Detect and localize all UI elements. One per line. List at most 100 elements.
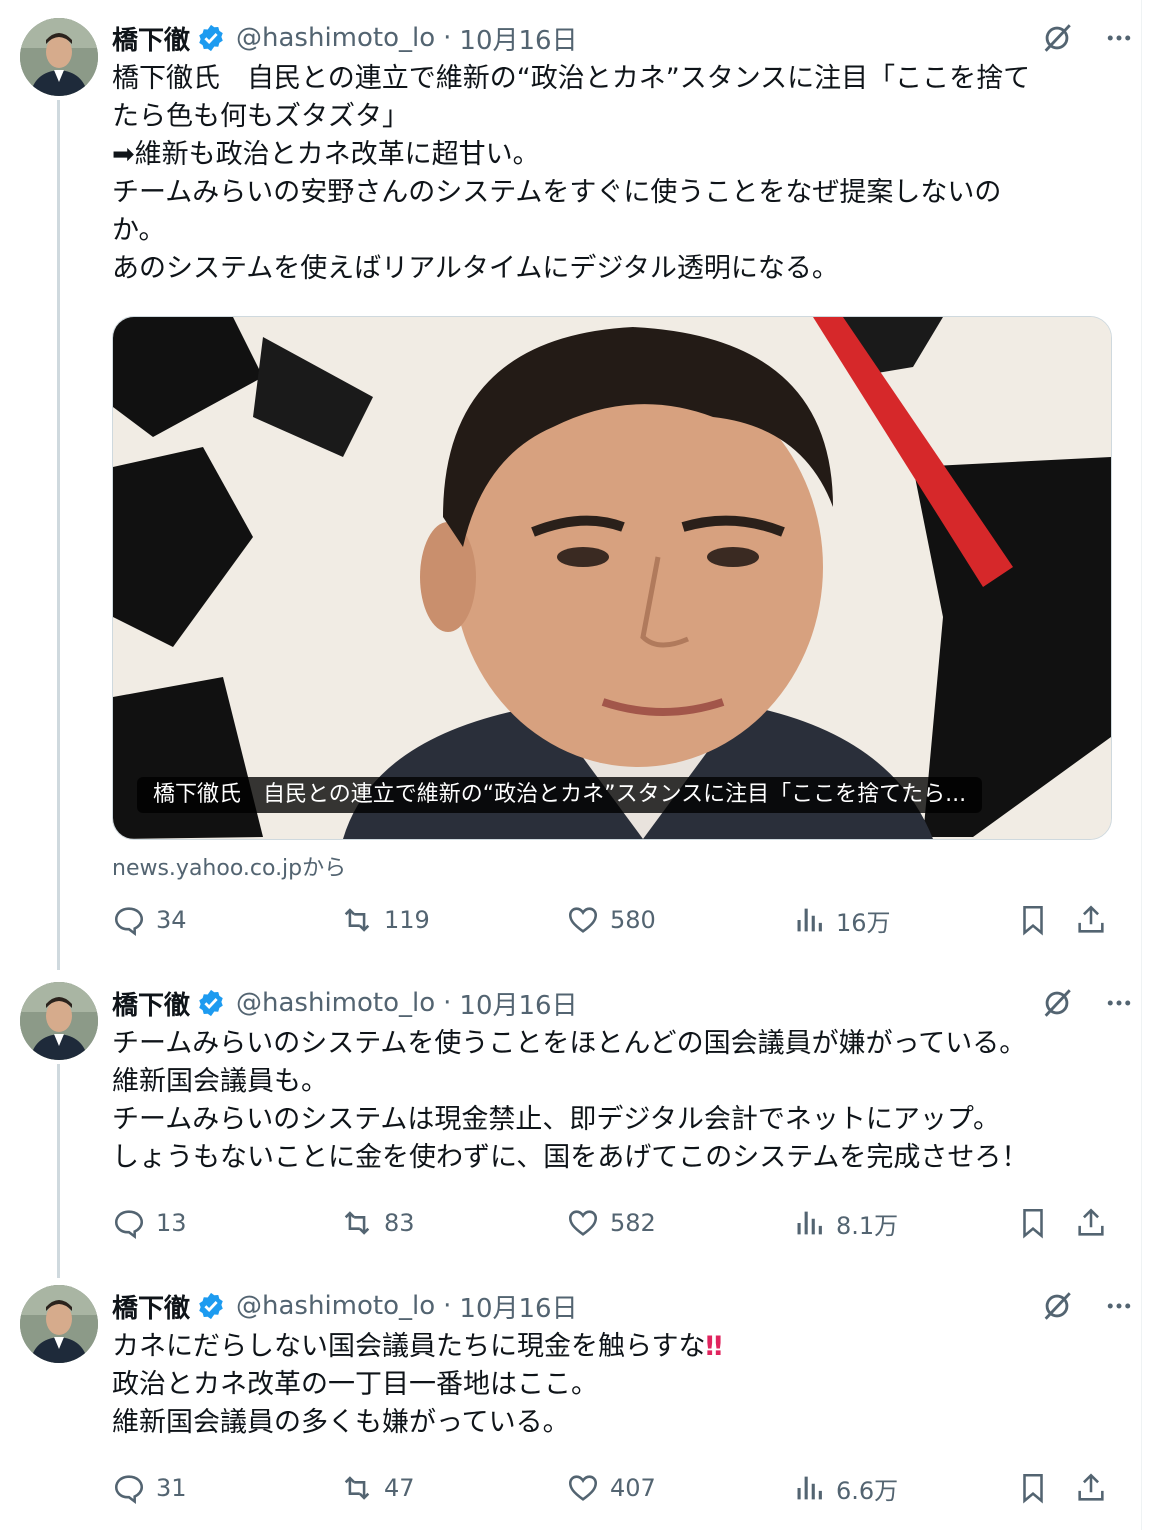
like-icon — [568, 907, 598, 933]
tweet-header: 橋下徹 @hashimoto_lo · 10月16日 — [112, 20, 1134, 56]
views-button[interactable]: 8.1万 — [792, 1203, 898, 1243]
verified-badge-icon — [199, 989, 223, 1017]
repost-icon — [344, 1476, 370, 1500]
reply-count: 31 — [156, 1474, 187, 1502]
right-edge — [1141, 0, 1164, 1530]
like-count: 582 — [610, 1209, 656, 1237]
repost-count: 119 — [384, 906, 430, 934]
tweet-line: たら色も何もズタズタ」 — [112, 101, 409, 132]
grok-slash-icon[interactable] — [1040, 21, 1074, 55]
tweet-line: しょうもないことに金を使わずに、国をあげてこのシステムを完成させろ！ — [112, 1142, 1029, 1173]
author-handle[interactable]: @hashimoto_lo — [236, 23, 435, 53]
bookmark-button[interactable] — [1016, 900, 1050, 940]
tweet-text: チームみらいのシステムを使うことをほとんどの国会議員が嫌がっている。 維新国会議… — [112, 1025, 1134, 1177]
share-icon — [1078, 1473, 1104, 1501]
repost-icon — [344, 908, 370, 932]
tweet-line: 維新国会議員も。 — [112, 1066, 328, 1097]
tweet-date[interactable]: 10月16日 — [459, 1288, 577, 1325]
share-icon — [1078, 1208, 1104, 1236]
views-button[interactable]: 6.6万 — [792, 1468, 898, 1508]
tweet-line: か。 — [112, 215, 166, 246]
separator-dot: · — [443, 23, 452, 53]
tweet-line: 政治とカネ改革の一丁目一番地はここ。 — [112, 1369, 598, 1400]
like-button[interactable]: 580 — [566, 900, 656, 940]
tweet-line: 維新国会議員の多くも嫌がっている。 — [112, 1407, 570, 1438]
author-name[interactable]: 橋下徹 — [112, 985, 190, 1022]
action-bar: 34 119 580 16万 — [112, 900, 1110, 940]
tweet-date[interactable]: 10月16日 — [459, 20, 577, 57]
repost-button[interactable]: 47 — [340, 1468, 415, 1508]
reply-button[interactable]: 31 — [112, 1468, 187, 1508]
tweet-text: 橋下徹氏 自民との連立で維新の“政治とカネ”スタンスに注目「ここを捨て たら色も… — [112, 60, 1134, 288]
more-icon[interactable] — [1104, 988, 1134, 1018]
double-exclamation-icon: ‼ — [705, 1331, 723, 1362]
author-handle[interactable]: @hashimoto_lo — [236, 1291, 435, 1321]
view-count: 6.6万 — [836, 1476, 899, 1505]
share-button[interactable] — [1074, 900, 1108, 940]
repost-button[interactable]: 119 — [340, 900, 430, 940]
view-count: 16万 — [836, 908, 891, 937]
avatar[interactable] — [20, 1285, 98, 1363]
tweet-line: チームみらいの安野さんのシステムをすぐに使うことをなぜ提案しないの — [112, 177, 1002, 208]
bookmark-button[interactable] — [1016, 1468, 1050, 1508]
reply-icon — [114, 1210, 144, 1240]
bookmark-icon — [1023, 1208, 1043, 1239]
views-icon — [797, 1476, 822, 1500]
reply-icon — [114, 907, 144, 937]
grok-slash-icon[interactable] — [1040, 1289, 1074, 1323]
avatar[interactable] — [20, 18, 98, 96]
views-icon — [797, 1211, 822, 1235]
action-bar: 31 47 407 6.6万 — [112, 1468, 1110, 1508]
tweet-2[interactable]: 橋下徹 @hashimoto_lo · 10月16日 チームみらいのシステムを使… — [112, 985, 1134, 1177]
like-icon — [568, 1210, 598, 1236]
tweet-3[interactable]: 橋下徹 @hashimoto_lo · 10月16日 カネにだらしない国会議員た… — [112, 1288, 1134, 1442]
card-caption: 橋下徹氏 自民との連立で維新の“政治とカネ”スタンスに注目「ここを捨てたら... — [137, 777, 983, 813]
more-icon[interactable] — [1104, 23, 1134, 53]
tweet-line: チームみらいのシステムは現金禁止、即デジタル会計でネットにアップ。 — [112, 1104, 1001, 1135]
reply-count: 13 — [156, 1209, 187, 1237]
thread-line-2 — [57, 1064, 60, 1278]
bookmark-button[interactable] — [1016, 1203, 1050, 1243]
repost-count: 47 — [384, 1474, 415, 1502]
author-handle[interactable]: @hashimoto_lo — [236, 988, 435, 1018]
repost-button[interactable]: 83 — [340, 1203, 415, 1243]
tweet-1[interactable]: 橋下徹 @hashimoto_lo · 10月16日 橋下徹氏 自民との連立で維… — [112, 20, 1134, 288]
link-card[interactable]: 橋下徹氏 自民との連立で維新の“政治とカネ”スタンスに注目「ここを捨てたら... — [112, 316, 1112, 840]
share-button[interactable] — [1074, 1468, 1108, 1508]
grok-slash-icon[interactable] — [1040, 986, 1074, 1020]
tweet-line: 橋下徹氏 自民との連立で維新の“政治とカネ”スタンスに注目「ここを捨て — [112, 63, 1031, 94]
author-name[interactable]: 橋下徹 — [112, 20, 190, 57]
like-count: 407 — [610, 1474, 656, 1502]
tweet-date[interactable]: 10月16日 — [459, 985, 577, 1022]
card-source[interactable]: news.yahoo.co.jpから — [112, 850, 346, 882]
separator-dot: · — [443, 1291, 452, 1321]
repost-icon — [344, 1211, 370, 1235]
bookmark-icon — [1023, 1473, 1043, 1504]
separator-dot: · — [443, 988, 452, 1018]
thread-line-1 — [57, 100, 60, 970]
verified-badge-icon — [199, 24, 223, 52]
avatar[interactable] — [20, 982, 98, 1060]
tweet-header: 橋下徹 @hashimoto_lo · 10月16日 — [112, 985, 1134, 1021]
views-button[interactable]: 16万 — [792, 900, 891, 940]
like-button[interactable]: 582 — [566, 1203, 656, 1243]
like-icon — [568, 1475, 598, 1501]
tweet-line: ➡維新も政治とカネ改革に超甘い。 — [112, 139, 540, 170]
reply-count: 34 — [156, 906, 187, 934]
repost-count: 83 — [384, 1209, 415, 1237]
action-bar: 13 83 582 8.1万 — [112, 1203, 1110, 1243]
more-icon[interactable] — [1104, 1291, 1134, 1321]
tweet-text: カネにだらしない国会議員たちに現金を触らすな‼ 政治とカネ改革の一丁目一番地はこ… — [112, 1328, 1134, 1442]
reply-button[interactable]: 13 — [112, 1203, 187, 1243]
verified-badge-icon — [199, 1292, 223, 1320]
like-count: 580 — [610, 906, 656, 934]
share-button[interactable] — [1074, 1203, 1108, 1243]
like-button[interactable]: 407 — [566, 1468, 656, 1508]
author-name[interactable]: 橋下徹 — [112, 1288, 190, 1325]
card-image — [113, 317, 1111, 839]
tweet-header: 橋下徹 @hashimoto_lo · 10月16日 — [112, 1288, 1134, 1324]
reply-button[interactable]: 34 — [112, 900, 187, 940]
tweet-line: カネにだらしない国会議員たちに現金を触らすな‼ — [112, 1328, 1134, 1366]
views-icon — [797, 908, 822, 932]
tweet-line: チームみらいのシステムを使うことをほとんどの国会議員が嫌がっている。 — [112, 1028, 1027, 1059]
